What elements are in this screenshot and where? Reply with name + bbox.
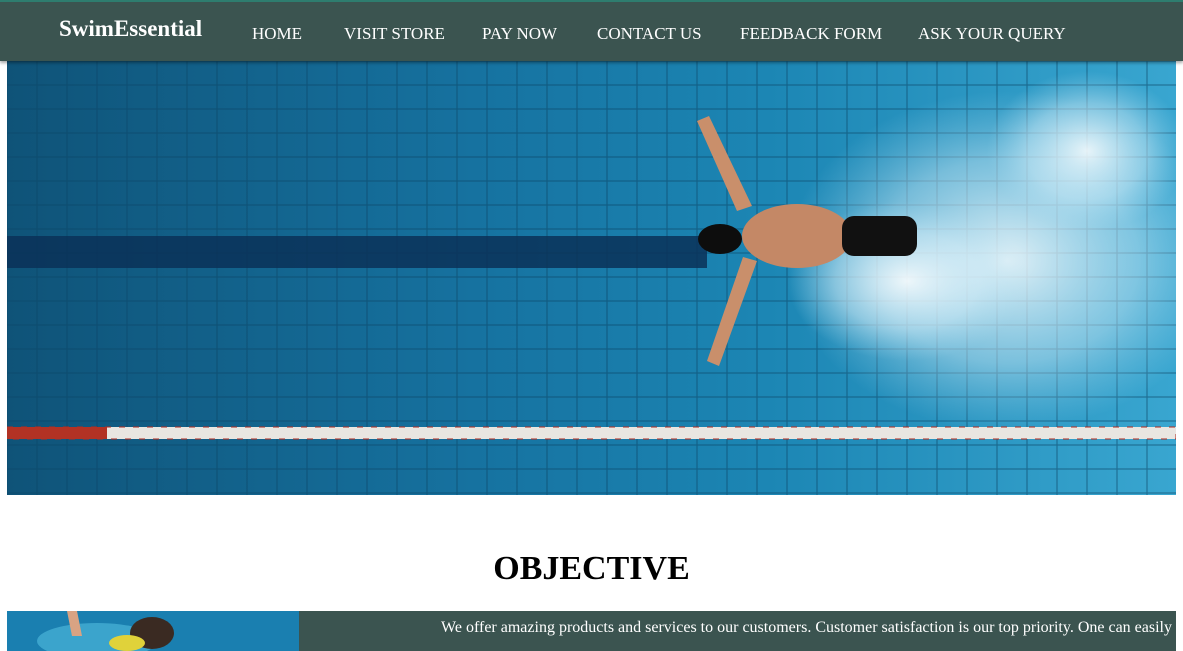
hero-pool-illustration (7, 61, 1176, 495)
objective-swimmer-image (7, 611, 299, 651)
nav-home-link[interactable]: HOME (252, 24, 302, 44)
nav-pay-now-link[interactable]: PAY NOW (482, 24, 557, 44)
nav-feedback-form-link[interactable]: FEEDBACK FORM (740, 24, 882, 44)
hero-swimmer-image (7, 61, 1176, 495)
top-navbar: SwimEssential HOME VISIT STORE PAY NOW C… (0, 0, 1183, 61)
objective-text-panel: We offer amazing products and services t… (299, 611, 1176, 651)
brand-logo[interactable]: SwimEssential (59, 16, 202, 42)
lane-rope (7, 426, 1176, 440)
objective-description: We offer amazing products and services t… (441, 619, 1172, 636)
nav-contact-us-link[interactable]: CONTACT US (597, 24, 702, 44)
objective-heading: OBJECTIVE (493, 550, 690, 587)
nav-ask-query-link[interactable]: ASK YOUR QUERY (918, 24, 1066, 44)
nav-visit-store-link[interactable]: VISIT STORE (344, 24, 445, 44)
objective-image-illustration (7, 611, 299, 651)
